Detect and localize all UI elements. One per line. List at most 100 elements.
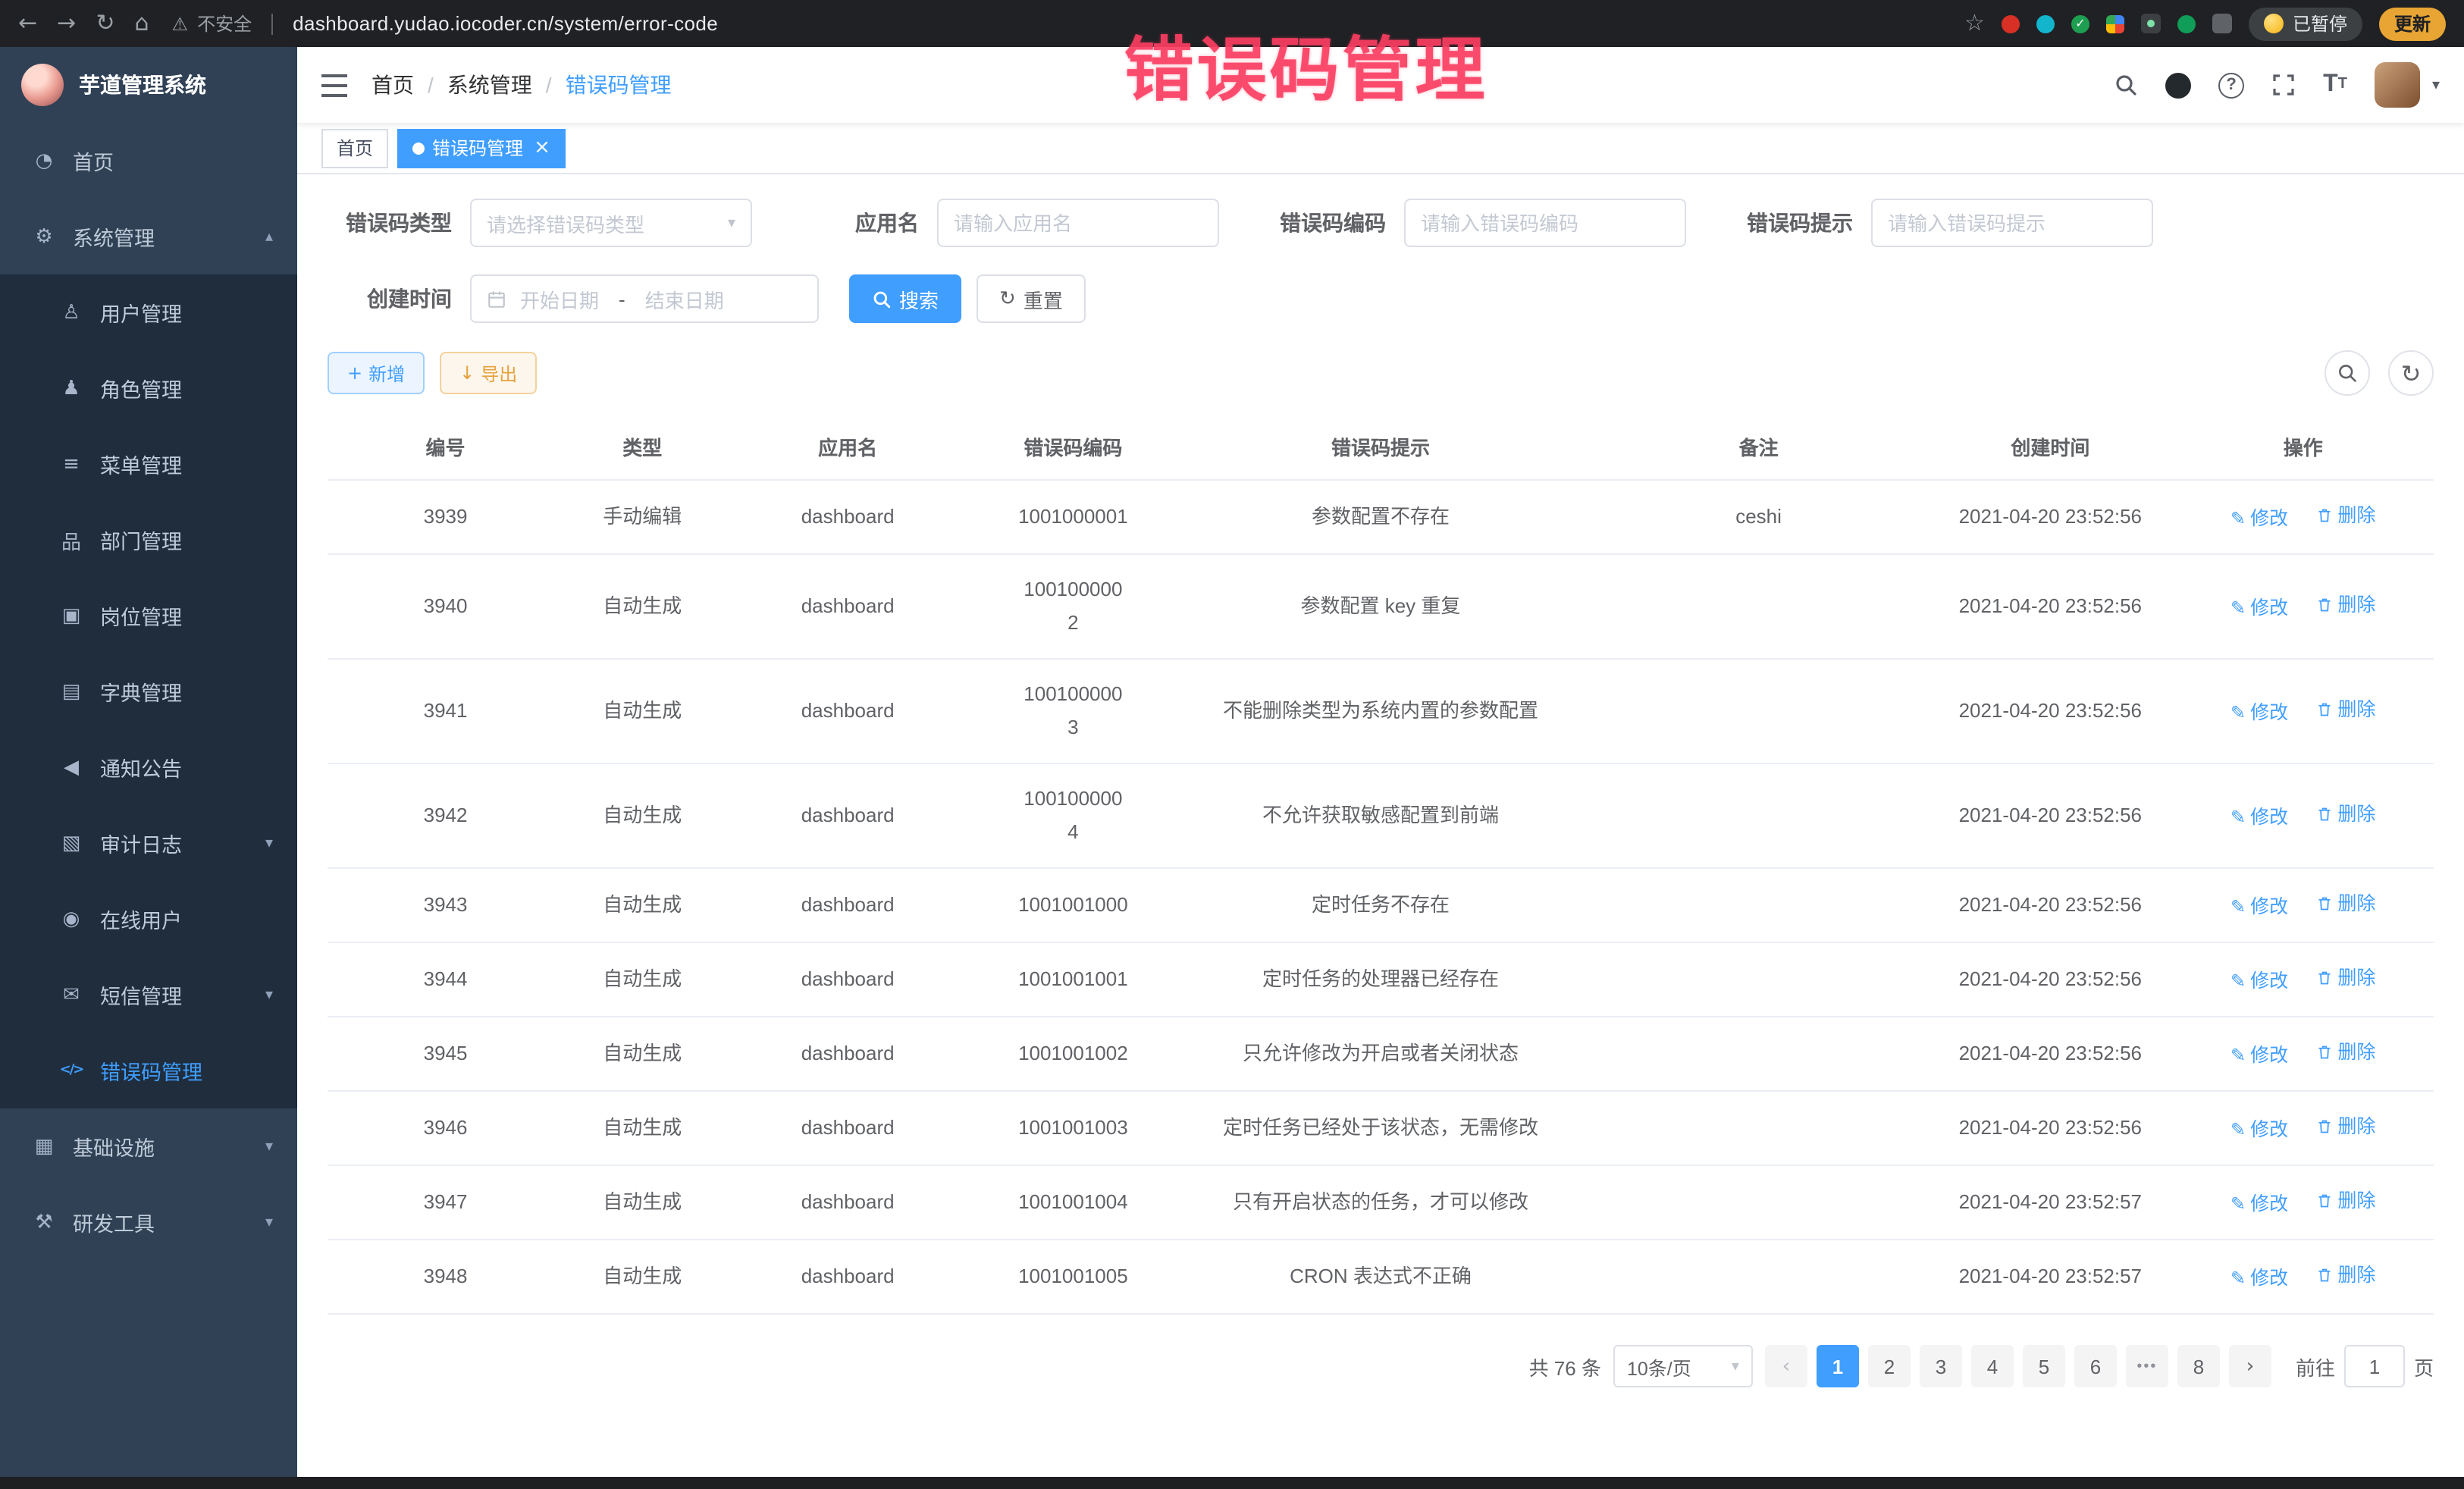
delete-link[interactable]: 删除 [2315,1259,2375,1292]
bookmark-star-icon[interactable]: ☆ [1964,12,1985,35]
browser-forward-icon[interactable]: → [57,12,76,35]
add-button[interactable]: + 新增 [328,352,425,394]
date-range-picker[interactable]: 开始日期 - 结束日期 [470,274,819,323]
sidebar-item-system[interactable]: ⚙ 系统管理 ▴ [0,199,297,274]
errorcode-code-input[interactable] [1421,212,1669,234]
system-icon: ⚙ [30,225,58,248]
extensions-puzzle-icon[interactable] [2212,14,2232,33]
edit-link[interactable]: ✎修改 [2230,801,2288,834]
app-name-input[interactable] [954,212,1202,234]
sidebar-item-post[interactable]: ▣ 岗位管理 [0,578,297,654]
reset-button[interactable]: ↻ 重置 [977,274,1086,323]
user-avatar[interactable] [2375,62,2420,108]
extension-leaf-icon[interactable] [2177,14,2196,33]
delete-link[interactable]: 删除 [2315,588,2375,622]
filter-create-time: 创建时间 开始日期 - 结束日期 [328,274,819,323]
sidebar-item-notice[interactable]: ◀ 通知公告 [0,729,297,805]
page-size-select[interactable]: 10条/页 ▾ [1613,1345,1753,1387]
page-button-6[interactable]: 6 [2074,1345,2117,1387]
help-icon[interactable]: ? [2218,72,2244,98]
sidebar-item-label: 用户管理 [100,297,182,328]
tab-home[interactable]: 首页 [321,128,388,168]
sidebar-item-user[interactable]: ♙ 用户管理 [0,274,297,350]
extension-grid-icon[interactable] [2106,14,2124,33]
extension-green-check-icon[interactable]: ✓ [2071,14,2089,33]
edit-link[interactable]: ✎修改 [2230,1187,2288,1221]
edit-link[interactable]: ✎修改 [2230,696,2288,729]
font-size-icon[interactable]: TT [2323,73,2347,97]
edit-link[interactable]: ✎修改 [2230,890,2288,923]
security-chip[interactable]: ⚠ 不安全 [172,11,252,36]
warning-icon: ⚠ [172,13,189,34]
search-button[interactable]: 搜索 [849,274,961,323]
tab-errorcode[interactable]: 错误码管理 × [397,128,566,168]
refresh-table-button[interactable]: ↻ [2388,350,2434,396]
browser-reload-icon[interactable]: ↻ [96,12,114,35]
cell-id: 3942 [328,763,563,868]
github-icon[interactable] [2165,72,2191,98]
browser-home-icon[interactable]: ⌂ [134,12,149,35]
edit-link[interactable]: ✎修改 [2230,1039,2288,1072]
more-pages-icon[interactable]: ••• [2126,1345,2168,1387]
cell-app: dashboard [721,763,973,868]
sidebar-item-online[interactable]: ◉ 在线用户 [0,881,297,957]
sidebar-item-role[interactable]: ♟ 角色管理 [0,350,297,426]
delete-link[interactable]: 删除 [2315,499,2375,532]
errorcode-type-select[interactable]: 请选择错误码类型 ▾ [470,199,752,247]
sidebar-item-menu[interactable]: ≡ 菜单管理 [0,426,297,502]
cell-operations: ✎修改 删除 [2172,763,2434,868]
browser-back-icon[interactable]: ← [18,12,37,35]
delete-link[interactable]: 删除 [2315,1036,2375,1069]
sidebar-item-infra[interactable]: ▦ 基础设施 ▾ [0,1108,297,1184]
cell-app: dashboard [721,1165,973,1240]
extension-teal-icon[interactable] [2036,14,2055,33]
address-url[interactable]: dashboard.yudao.iocoder.cn/system/error-… [293,12,718,35]
edit-link[interactable]: ✎修改 [2230,1113,2288,1146]
sidebar-item-sms[interactable]: ✉ 短信管理 ▾ [0,957,297,1033]
sidebar-item-errorcode[interactable]: </> 错误码管理 [0,1033,297,1108]
sidebar-item-home[interactable]: ◔ 首页 [0,123,297,199]
profile-paused-badge[interactable]: 已暂停 [2249,7,2362,40]
export-button[interactable]: ↓ 导出 [440,352,537,394]
post-icon: ▣ [58,604,85,627]
fullscreen-icon[interactable] [2271,73,2296,97]
delete-link[interactable]: 删除 [2315,1110,2375,1143]
cell-app: dashboard [721,942,973,1017]
delete-link[interactable]: 删除 [2315,693,2375,726]
close-icon[interactable]: × [534,138,550,158]
breadcrumb-home[interactable]: 首页 [371,70,414,100]
extension-dark-icon[interactable] [2141,14,2161,33]
sidebar-item-tools[interactable]: ⚒ 研发工具 ▾ [0,1184,297,1260]
home-icon: ◔ [30,149,58,172]
edit-link[interactable]: ✎修改 [2230,1262,2288,1295]
hamburger-icon[interactable] [321,74,347,96]
page-button-5[interactable]: 5 [2023,1345,2065,1387]
page-button-4[interactable]: 4 [1971,1345,2014,1387]
delete-link[interactable]: 删除 [2315,961,2375,995]
goto-page-input[interactable] [2344,1345,2405,1387]
page-button-3[interactable]: 3 [1920,1345,1962,1387]
delete-link[interactable]: 删除 [2315,1184,2375,1218]
delete-link[interactable]: 删除 [2315,887,2375,920]
edit-link[interactable]: ✎修改 [2230,964,2288,998]
page-button-1[interactable]: 1 [1817,1345,1859,1387]
errorcode-msg-input[interactable] [1888,212,2136,234]
menu-icon: ≡ [58,453,85,475]
sidebar-item-dict[interactable]: ▤ 字典管理 [0,654,297,729]
header-search-icon[interactable] [2114,73,2138,97]
breadcrumb-system[interactable]: 系统管理 [447,70,532,100]
sidebar-item-label: 首页 [73,146,114,176]
prev-page-button[interactable]: ‹ [1765,1345,1807,1387]
page-button-8[interactable]: 8 [2177,1345,2220,1387]
edit-link[interactable]: ✎修改 [2230,502,2288,535]
extension-red-icon[interactable] [2002,14,2020,33]
show-search-button[interactable] [2324,350,2370,396]
sidebar-item-dept[interactable]: 品 部门管理 [0,502,297,578]
avatar-caret-icon[interactable]: ▾ [2432,77,2440,93]
next-page-button[interactable]: › [2229,1345,2271,1387]
browser-update-button[interactable]: 更新 [2379,7,2446,40]
delete-link[interactable]: 删除 [2315,798,2375,831]
sidebar-item-auditlog[interactable]: ▧ 审计日志 ▾ [0,805,297,881]
edit-link[interactable]: ✎修改 [2230,591,2288,625]
page-button-2[interactable]: 2 [1868,1345,1911,1387]
